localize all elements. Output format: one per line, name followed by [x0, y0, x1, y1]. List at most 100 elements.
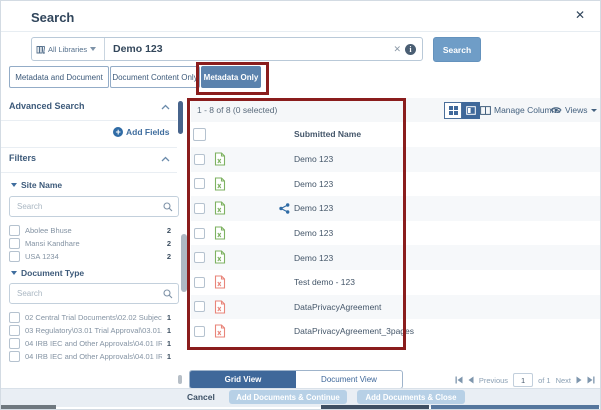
filter-checkbox[interactable]	[9, 251, 20, 262]
previous-page-icon[interactable]	[468, 376, 474, 384]
library-selector[interactable]: All Libraries	[32, 38, 105, 60]
thumbnail-view-button[interactable]	[444, 102, 462, 119]
cancel-button[interactable]: Cancel	[187, 392, 215, 402]
table-row[interactable]: Demo 123	[191, 221, 600, 246]
filter-label: 03 Regulatory\03.01 Trial Approval\03.01…	[25, 326, 162, 335]
sidebar-scrollbar-thumb[interactable]	[181, 234, 187, 292]
excel-file-icon	[214, 226, 226, 240]
view-toggle	[444, 102, 480, 119]
advanced-search-heading[interactable]: Advanced Search	[9, 101, 85, 111]
row-name: DataPrivacyAgreement_3pages	[294, 326, 414, 336]
filter-checkbox[interactable]	[9, 351, 20, 362]
table-row[interactable]: Demo 123	[191, 172, 600, 197]
filter-list-item[interactable]: USA 1234 2	[9, 251, 171, 261]
filter-label: Mansi Kandhare	[25, 239, 162, 248]
row-name: Demo 123	[294, 179, 333, 189]
last-page-icon[interactable]	[587, 376, 595, 384]
document-view-button[interactable]: Document View	[296, 371, 402, 388]
filters-heading[interactable]: Filters	[9, 153, 36, 163]
table-row[interactable]: Test demo - 123	[191, 270, 600, 295]
filter-list-item[interactable]: 04 IRB IEC and Other Approvals\04.01 IRB…	[9, 351, 171, 361]
add-fields-button[interactable]: + Add Fields	[113, 127, 169, 137]
views-button[interactable]: Views	[550, 105, 597, 115]
row-checkbox[interactable]	[194, 178, 205, 189]
excel-file-icon	[214, 152, 226, 166]
filter-list-item[interactable]: Mansi Kandhare 2	[9, 238, 171, 248]
row-checkbox[interactable]	[194, 301, 205, 312]
add-documents-close-button[interactable]: Add Documents & Close	[357, 390, 465, 404]
filter-checkbox[interactable]	[9, 225, 20, 236]
tab-metadata-only[interactable]: Metadata Only	[201, 66, 261, 88]
filter-list-item[interactable]: Abolee Bhuse 2	[9, 225, 171, 235]
filter-checkbox[interactable]	[9, 238, 20, 249]
table-row[interactable]: DataPrivacyAgreement_3pages	[191, 319, 600, 344]
chevron-down-icon	[591, 109, 597, 112]
column-header-submitted-name: Submitted Name	[294, 129, 361, 139]
document-type-search	[9, 283, 179, 304]
background-page-fragment	[1, 405, 56, 409]
row-checkbox[interactable]	[194, 228, 205, 239]
document-type-search-input[interactable]	[15, 288, 163, 299]
page-number-input[interactable]: 1	[513, 373, 533, 387]
row-checkbox[interactable]	[194, 326, 205, 337]
next-page-icon[interactable]	[576, 376, 582, 384]
results-scrollbar-thumb[interactable]	[178, 101, 183, 134]
chevron-up-icon[interactable]	[161, 104, 170, 110]
grid-view-button[interactable]: Grid View	[190, 371, 296, 388]
clear-search-icon[interactable]: ✕	[389, 44, 405, 55]
filter-label: 02 Central Trial Documents\02.02 Subject…	[25, 313, 162, 322]
previous-label[interactable]: Previous	[479, 376, 508, 385]
close-icon[interactable]: ✕	[575, 8, 585, 22]
view-switcher: Grid View Document View	[189, 370, 403, 389]
filter-label: USA 1234	[25, 252, 162, 261]
search-input[interactable]: Demo 123	[105, 43, 389, 55]
site-name-search-input[interactable]	[15, 201, 163, 212]
document-type-filter-list: 02 Central Trial Documents\02.02 Subject…	[9, 312, 171, 361]
filter-count: 2	[167, 252, 171, 261]
tab-document-content-only[interactable]: Document Content Only	[110, 66, 200, 88]
manage-columns-button[interactable]: Manage Columns	[480, 105, 561, 115]
filter-count: 1	[167, 352, 171, 361]
search-icon	[163, 202, 173, 212]
info-icon[interactable]: i	[405, 44, 416, 55]
filter-section-document-type[interactable]: Document Type	[11, 268, 84, 278]
list-view-button[interactable]	[462, 102, 480, 119]
row-name: Demo 123	[294, 253, 333, 263]
excel-file-icon	[214, 177, 226, 191]
search-dialog: Search ✕ All Libraries Demo 123 ✕ i Sear…	[0, 0, 601, 410]
filter-checkbox[interactable]	[9, 312, 20, 323]
add-fields-label: Add Fields	[126, 127, 169, 137]
background-page-fragment	[431, 405, 599, 409]
tab-metadata-and-document[interactable]: Metadata and Document	[9, 66, 109, 88]
select-all-checkbox[interactable]	[193, 128, 206, 141]
filter-list-item[interactable]: 04 IRB IEC and Other Approvals\04.01 IRB…	[9, 338, 171, 348]
filter-label: 04 IRB IEC and Other Approvals\04.01 IRB…	[25, 352, 162, 361]
add-documents-continue-button[interactable]: Add Documents & Continue	[229, 390, 347, 404]
pagination: Previous 1 of 1 Next	[455, 373, 595, 387]
row-checkbox[interactable]	[194, 252, 205, 263]
filter-count: 2	[167, 239, 171, 248]
filter-list-item[interactable]: 03 Regulatory\03.01 Trial Approval\03.01…	[9, 325, 171, 335]
search-button[interactable]: Search	[433, 37, 481, 62]
divider	[1, 147, 177, 148]
row-checkbox[interactable]	[194, 154, 205, 165]
excel-file-icon	[214, 250, 226, 264]
triangle-down-icon	[11, 183, 17, 187]
share-icon	[279, 203, 290, 214]
table-row[interactable]: Demo 123	[191, 196, 600, 221]
filter-checkbox[interactable]	[9, 325, 20, 336]
next-label[interactable]: Next	[556, 376, 571, 385]
table-row[interactable]: Demo 123	[191, 147, 600, 172]
filter-list-item[interactable]: 02 Central Trial Documents\02.02 Subject…	[9, 312, 171, 322]
card-view-icon	[466, 106, 476, 115]
table-row[interactable]: Demo 123	[191, 245, 600, 270]
table-row[interactable]: DataPrivacyAgreement	[191, 295, 600, 320]
chevron-up-icon[interactable]	[161, 156, 170, 162]
row-checkbox[interactable]	[194, 203, 205, 214]
filter-checkbox[interactable]	[9, 338, 20, 349]
first-page-icon[interactable]	[455, 376, 463, 384]
sidebar-scrollbar-end[interactable]	[178, 375, 182, 384]
filter-section-site-name[interactable]: Site Name	[11, 180, 62, 190]
row-checkbox[interactable]	[194, 277, 205, 288]
eye-icon	[550, 106, 562, 114]
